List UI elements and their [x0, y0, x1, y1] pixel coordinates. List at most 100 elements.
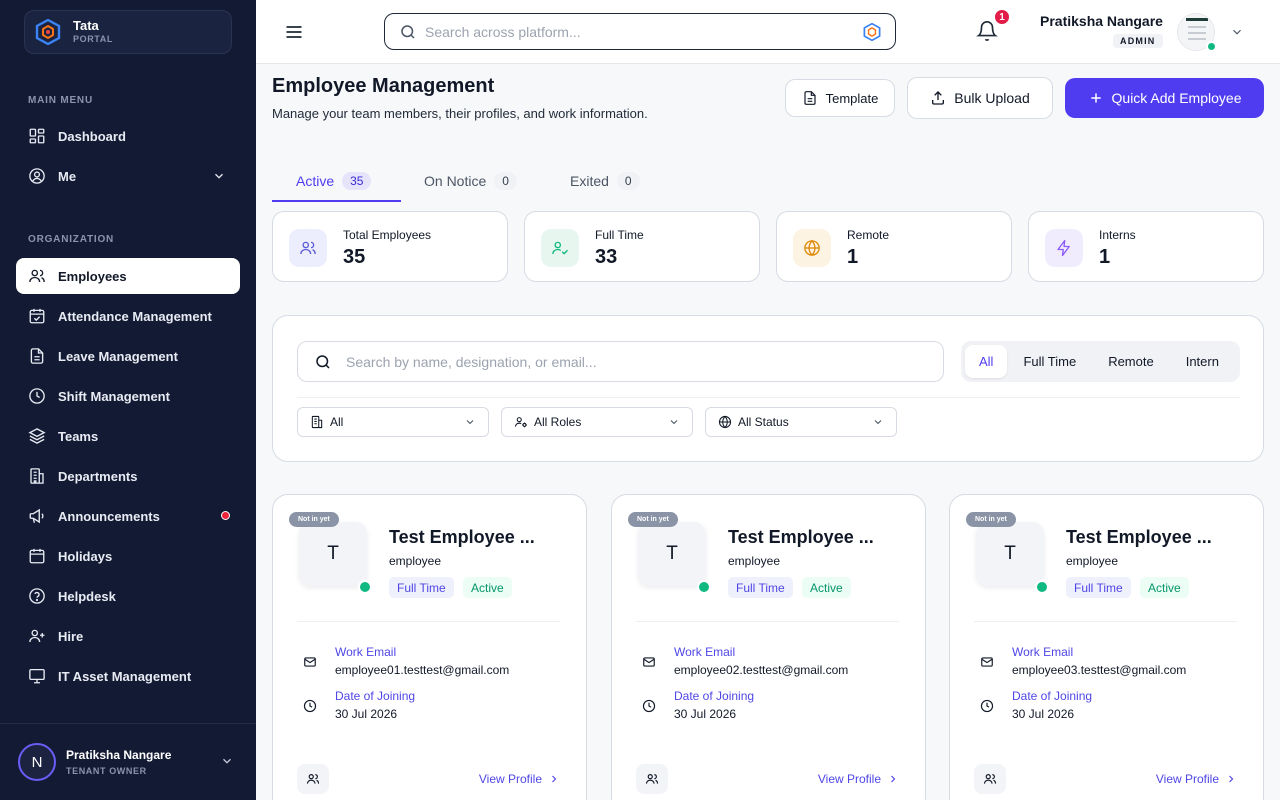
chevron-down-icon[interactable]: [1230, 25, 1244, 39]
calendar-check-icon: [29, 308, 45, 324]
online-indicator: [1206, 41, 1217, 52]
view-profile-label: View Profile: [817, 772, 881, 786]
view-profile-link[interactable]: View Profile: [1156, 772, 1237, 786]
sidebar-item-attendance[interactable]: Attendance Management: [16, 298, 240, 334]
employee-name: Test Employee ...: [389, 527, 535, 547]
brand-switcher[interactable]: Tata PORTAL: [24, 10, 232, 54]
sidebar-item-label: Me: [58, 168, 77, 184]
view-profile-label: View Profile: [478, 772, 542, 786]
menu-icon[interactable]: [284, 22, 304, 42]
users-icon: [645, 774, 659, 784]
employment-type-filter: All Full Time Remote Intern: [961, 341, 1240, 382]
sidebar-item-announcements[interactable]: Announcements: [16, 498, 240, 534]
divider: [297, 397, 1240, 398]
sidebar-item-hire[interactable]: Hire: [16, 618, 240, 654]
tab-label: Active: [296, 173, 335, 189]
sidebar-item-employees[interactable]: Employees: [16, 258, 240, 294]
sidebar-item-label: Helpdesk: [58, 588, 116, 604]
doj-value: 30 Jul 2026: [674, 707, 737, 721]
sidebar-item-shift[interactable]: Shift Management: [16, 378, 240, 414]
employee-name: Test Employee ...: [1066, 527, 1212, 547]
sidebar-item-label: Employees: [58, 268, 127, 284]
stat-card-remote: Remote 1: [776, 211, 1012, 282]
stat-icon-wrap: [1045, 229, 1083, 267]
select-value: All: [330, 415, 344, 429]
sidebar-item-me[interactable]: Me: [16, 158, 240, 194]
sidebar-user-menu[interactable]: N Pratiksha Nangare TENANT OWNER: [0, 723, 256, 800]
quick-add-employee-button[interactable]: Quick Add Employee: [1065, 78, 1264, 118]
tab-count: 0: [494, 172, 517, 190]
avatar: N: [18, 743, 56, 781]
users-icon: [306, 774, 320, 784]
stat-label: Total Employees: [343, 228, 432, 242]
sidebar-item-leave[interactable]: Leave Management: [16, 338, 240, 374]
divider: [636, 621, 899, 622]
sidebar-item-label: Holidays: [58, 548, 113, 564]
email-label: Work Email: [674, 645, 736, 659]
sidebar: Tata PORTAL MAIN MENU Dashboard Me ORGAN…: [0, 0, 256, 800]
user-circle-icon: [29, 168, 45, 184]
team-button[interactable]: [636, 764, 668, 794]
employee-card[interactable]: T Not in yet Test Employee ... employee …: [949, 494, 1264, 800]
globe-icon: [804, 239, 820, 257]
select-value: All Roles: [534, 415, 582, 429]
employment-type-tag: Full Time: [389, 577, 454, 598]
sidebar-item-departments[interactable]: Departments: [16, 458, 240, 494]
layers-icon: [28, 428, 46, 444]
email-value: employee02.testtest@gmail.com: [674, 663, 849, 677]
email-value: employee03.testtest@gmail.com: [1012, 663, 1187, 677]
employee-card[interactable]: T Not in yet Test Employee ... employee …: [272, 494, 587, 800]
segment-all[interactable]: All: [965, 345, 1008, 378]
user-cog-icon: [514, 417, 527, 428]
segment-intern[interactable]: Intern: [1170, 345, 1235, 378]
search-icon: [401, 24, 415, 39]
divider: [974, 621, 1237, 622]
employee-search-input[interactable]: [346, 353, 906, 370]
department-select[interactable]: All: [297, 407, 489, 437]
status-select[interactable]: All Status: [705, 407, 897, 437]
sidebar-item-helpdesk[interactable]: Helpdesk: [16, 578, 240, 614]
chevron-down-icon: [215, 173, 223, 179]
segment-full-time[interactable]: Full Time: [1007, 345, 1092, 378]
employee-search[interactable]: [297, 341, 944, 382]
sidebar-item-dashboard[interactable]: Dashboard: [16, 118, 240, 154]
mail-icon: [643, 657, 655, 667]
header-user-name: Pratiksha Nangare: [1040, 13, 1163, 29]
tab-on-notice[interactable]: On Notice 0: [424, 160, 517, 202]
avatar: T: [976, 522, 1044, 586]
stat-value: 1: [1099, 246, 1111, 268]
tab-count: 35: [342, 172, 372, 190]
employee-card[interactable]: T Not in yet Test Employee ... employee …: [611, 494, 926, 800]
megaphone-icon: [29, 508, 44, 524]
tab-exited[interactable]: Exited 0: [570, 160, 640, 202]
team-button[interactable]: [297, 764, 329, 794]
segment-remote[interactable]: Remote: [1092, 345, 1170, 378]
bulk-upload-button[interactable]: Bulk Upload: [907, 77, 1053, 119]
global-search[interactable]: [384, 13, 896, 50]
stat-icon-wrap: [289, 229, 327, 267]
sidebar-item-teams[interactable]: Teams: [16, 418, 240, 454]
header-user-role-badge: ADMIN: [1113, 34, 1163, 48]
announcement-unread-dot: [221, 511, 230, 520]
top-header: 1 Pratiksha Nangare ADMIN: [256, 0, 1280, 64]
doj-value: 30 Jul 2026: [1012, 707, 1075, 721]
tab-active[interactable]: Active 35: [296, 160, 372, 202]
role-select[interactable]: All Roles: [501, 407, 693, 437]
organization-label: ORGANIZATION: [28, 234, 115, 245]
sidebar-item-holidays[interactable]: Holidays: [16, 538, 240, 574]
tab-count: 0: [616, 172, 640, 190]
stat-label: Full Time: [595, 228, 644, 242]
template-button[interactable]: Template: [785, 79, 895, 117]
global-search-input[interactable]: [425, 23, 845, 40]
team-button[interactable]: [974, 764, 1006, 794]
user-check-icon: [552, 241, 568, 255]
sidebar-item-it-assets[interactable]: IT Asset Management: [16, 658, 240, 694]
doj-label: Date of Joining: [1012, 689, 1093, 703]
stat-icon-wrap: [541, 229, 579, 267]
chevron-down-icon: [874, 420, 882, 425]
clock-icon: [980, 699, 994, 713]
view-profile-link[interactable]: View Profile: [479, 772, 560, 786]
doj-label: Date of Joining: [674, 689, 755, 703]
brand-sub: PORTAL: [73, 34, 113, 45]
view-profile-link[interactable]: View Profile: [818, 772, 899, 786]
